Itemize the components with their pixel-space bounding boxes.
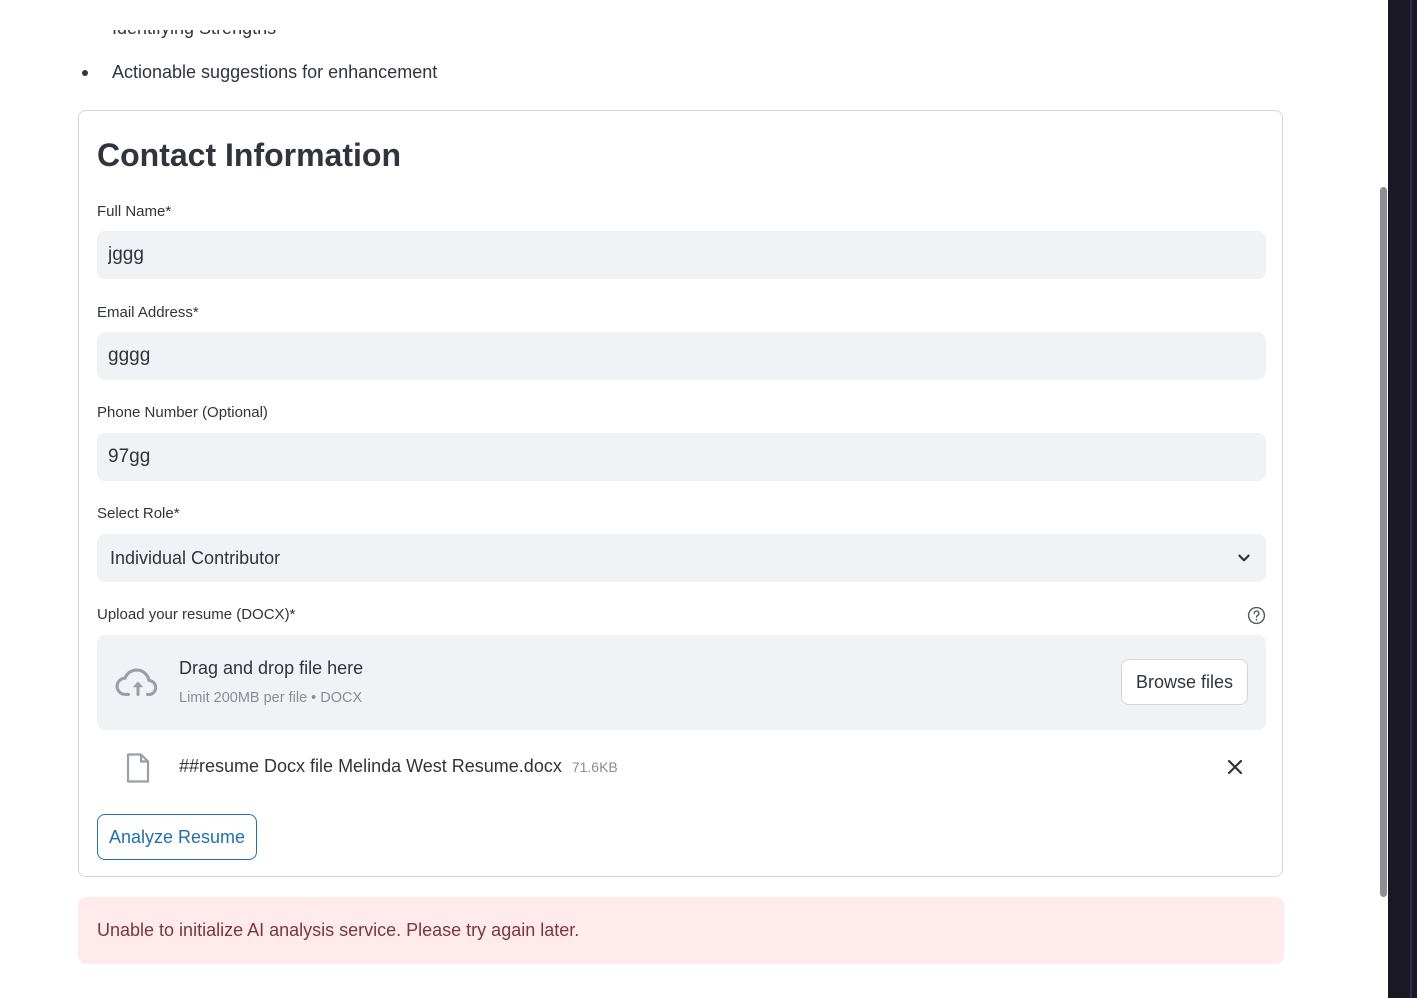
contact-form: Contact Information Full Name* Email Add…	[78, 110, 1283, 877]
error-message: Unable to initialize AI analysis service…	[97, 920, 580, 940]
dropzone-limit: Limit 200MB per file • DOCX	[179, 690, 363, 706]
upload-label: Upload your resume (DOCX)*	[97, 606, 296, 623]
phone-input[interactable]	[97, 433, 1266, 481]
email-input[interactable]	[97, 332, 1266, 380]
file-dropzone[interactable]: Drag and drop file here Limit 200MB per …	[97, 635, 1266, 730]
dropzone-title: Drag and drop file here	[179, 658, 364, 678]
full-name-label: Full Name*	[97, 203, 172, 220]
role-label: Select Role*	[97, 505, 180, 522]
browse-files-button[interactable]: Browse files	[1121, 659, 1248, 705]
form-title: Contact Information	[97, 137, 401, 173]
phone-label: Phone Number (Optional)	[97, 404, 268, 421]
chevron-down-icon	[1238, 554, 1250, 562]
analyze-resume-button[interactable]: Analyze Resume	[97, 814, 257, 860]
file-name: ##resume Docx file Melinda West Resume.d…	[179, 756, 618, 777]
main-content: Identifying Strengths Actionable suggest…	[0, 0, 1388, 998]
uploaded-file-row: ##resume Docx file Melinda West Resume.d…	[97, 749, 1266, 785]
email-label: Email Address*	[97, 304, 199, 321]
bullet-text: Actionable suggestions for enhancement	[112, 62, 438, 82]
bullet-dot	[82, 69, 88, 76]
error-alert: Unable to initialize AI analysis service…	[78, 897, 1284, 964]
help-icon[interactable]	[1247, 606, 1266, 625]
window-edge-line	[1410, 0, 1412, 998]
window-edge	[1388, 0, 1417, 998]
partial-bullet-text: Identifying Strengths	[112, 30, 312, 50]
file-icon	[126, 753, 150, 783]
role-select[interactable]: Individual Contributor	[97, 534, 1266, 582]
scrollbar-thumb[interactable]	[1380, 187, 1387, 897]
role-select-value: Individual Contributor	[110, 547, 281, 568]
file-name-text: ##resume Docx file Melinda West Resume.d…	[179, 756, 562, 776]
cloud-upload-icon	[115, 668, 158, 696]
full-name-input[interactable]	[97, 231, 1266, 279]
file-size: 71.6KB	[571, 759, 618, 775]
bullet-item: Actionable suggestions for enhancement	[78, 62, 437, 83]
close-icon[interactable]	[1226, 758, 1244, 776]
